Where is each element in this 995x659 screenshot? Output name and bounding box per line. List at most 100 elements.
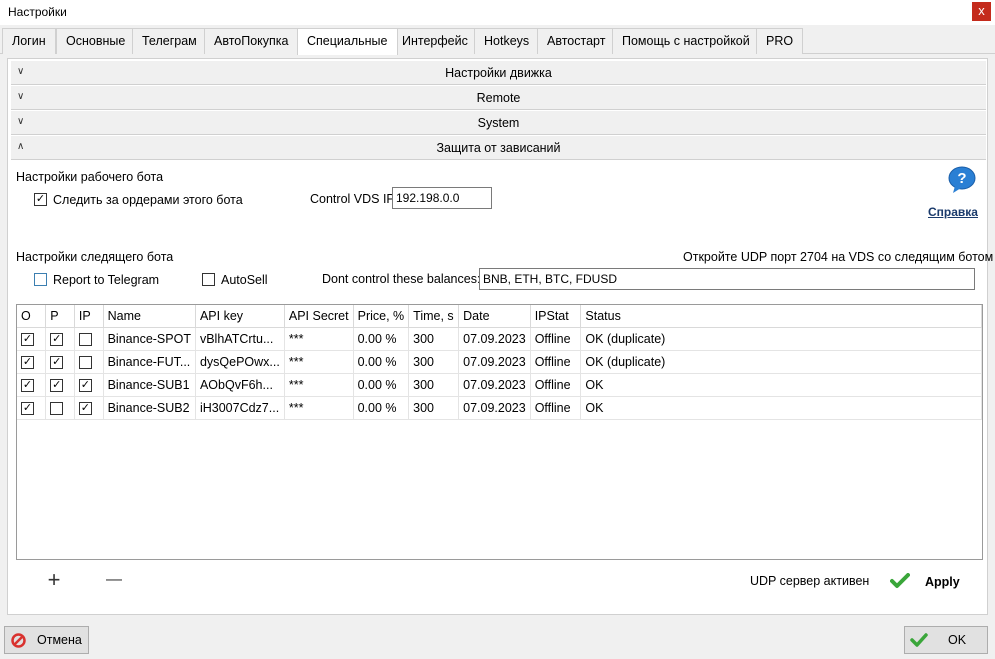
cell-api-secret: *** [284,373,354,397]
udp-server-status: UDP сервер активен [750,574,870,588]
column-header[interactable]: O [17,305,47,328]
accordion-label: System [477,116,520,130]
cell-name: Binance-FUT... [103,350,196,374]
vds-ip-input[interactable]: 192.198.0.0 [392,187,492,209]
accounts-table: O P IP Name API key API Secret Price, % … [17,305,982,420]
watch-orders-checkbox[interactable]: ✓ [34,193,47,206]
cell-price: 0.00 % [353,373,410,397]
accordion-label: Remote [476,91,521,105]
ip-checkbox[interactable]: ✓ [78,401,92,415]
cell-ipstat: Offline [530,373,582,397]
cell-name: Binance-SUB2 [103,396,196,420]
cell-api-secret: *** [284,327,354,351]
column-header[interactable]: P [45,305,75,328]
cell-api-secret: *** [284,396,354,420]
follower-bot-title: Настройки следящего бота [16,250,174,264]
apply-label: Apply [925,575,960,589]
tab-setup-help[interactable]: Помощь с настройкой [612,28,760,54]
settings-panel: ∨ Настройки движка ∨ Remote ∨ System ∧ З… [7,58,993,615]
help-link[interactable]: Справка [928,205,978,219]
cancel-icon [11,633,26,648]
o-checkbox[interactable]: ✓ [21,401,34,415]
column-header[interactable]: API key [195,305,285,328]
cell-ipstat: Offline [530,396,582,420]
apply-button[interactable]: Apply [888,571,968,593]
cell-api-key: dysQePOwx... [195,350,285,374]
remove-row-button[interactable]: — [104,571,124,591]
question-bubble-icon[interactable]: ? [947,166,977,194]
cancel-button[interactable]: Отмена [4,626,89,654]
cell-api-secret: *** [284,350,354,374]
p-checkbox[interactable]: ✓ [50,332,64,346]
tab-autobuy[interactable]: АвтоПокупка [204,28,299,54]
tab-special[interactable]: Специальные [297,28,398,55]
tab-pro[interactable]: PRO [756,28,804,54]
cell-time: 300 [408,373,460,397]
column-header[interactable]: Status [580,305,982,328]
check-icon [910,633,928,647]
column-header[interactable]: Name [103,305,196,328]
accordion-hang-protection[interactable]: ∧ Защита от зависаний [11,136,986,160]
cell-date: 07.09.2023 [458,350,531,374]
close-button[interactable]: x [972,2,991,21]
cell-time: 300 [408,350,460,374]
tab-hotkeys[interactable]: Hotkeys [474,28,540,54]
cell-date: 07.09.2023 [458,373,531,397]
add-row-button[interactable]: + [44,569,64,591]
column-header[interactable]: Price, % [353,305,410,328]
dont-control-label: Dont control these balances: [322,272,481,286]
table-row[interactable]: ✓ ✓ Binance-FUT... dysQePOwx... *** 0.00… [17,350,982,374]
cell-status: OK (duplicate) [580,350,982,374]
report-telegram-label: Report to Telegram [53,273,160,287]
accordion-label: Настройки движка [445,66,552,80]
accordion-engine-settings[interactable]: ∨ Настройки движка [11,61,986,85]
p-checkbox[interactable]: ✓ [50,355,64,369]
report-telegram-checkbox[interactable] [34,273,47,286]
accordion-system[interactable]: ∨ System [11,111,986,135]
table-row[interactable]: ✓ ✓ ✓ Binance-SUB1 AObQvF6h... *** 0.00 … [17,373,982,397]
accordion-remote[interactable]: ∨ Remote [11,86,986,110]
tab-interface[interactable]: Интерфейс [392,28,478,54]
cell-price: 0.00 % [353,327,410,351]
p-checkbox[interactable]: ✓ [50,378,64,392]
table-row[interactable]: ✓ ✓ Binance-SUB2 iH3007Cdz7... *** 0.00 … [17,396,982,420]
ip-checkbox[interactable]: ✓ [78,378,92,392]
tab-telegram[interactable]: Телеграм [132,28,207,54]
ip-checkbox[interactable] [78,332,92,346]
ok-label: OK [948,633,967,647]
o-checkbox[interactable]: ✓ [21,378,34,392]
title-bar: Настройки x [0,0,995,25]
window-title: Настройки [8,5,67,19]
watch-orders-label: Следить за ордерами этого бота [53,193,243,207]
ok-button[interactable]: OK [904,626,988,654]
cell-api-key: iH3007Cdz7... [195,396,285,420]
tab-autostart[interactable]: Автостарт [537,28,616,54]
column-header[interactable]: API Secret [284,305,354,328]
cell-date: 07.09.2023 [458,396,531,420]
o-checkbox[interactable]: ✓ [21,355,34,369]
cell-date: 07.09.2023 [458,327,531,351]
accounts-grid[interactable]: O P IP Name API key API Secret Price, % … [16,304,983,560]
table-row[interactable]: ✓ ✓ Binance-SPOT vBlhATCrtu... *** 0.00 … [17,327,982,351]
svg-text:?: ? [957,170,966,187]
autosell-checkbox[interactable] [202,273,215,286]
dont-control-input[interactable]: BNB, ETH, BTC, FDUSD [479,268,975,290]
column-header[interactable]: IPStat [530,305,582,328]
tab-login[interactable]: Логин [2,28,56,54]
column-header[interactable]: Time, s [408,305,460,328]
o-checkbox[interactable]: ✓ [21,332,34,346]
cell-status: OK (duplicate) [580,327,982,351]
tab-basic[interactable]: Основные [56,28,136,54]
cell-name: Binance-SUB1 [103,373,196,397]
tab-bar: Логин Основные Телеграм АвтоПокупка Спец… [0,28,995,55]
cell-api-key: AObQvF6h... [195,373,285,397]
p-checkbox[interactable] [50,401,64,415]
column-header[interactable]: Date [458,305,531,328]
check-icon [890,573,910,588]
cell-ipstat: Offline [530,350,582,374]
cell-price: 0.00 % [353,396,410,420]
column-header[interactable]: IP [74,305,104,328]
ip-checkbox[interactable] [78,355,92,369]
cell-time: 300 [408,327,460,351]
cell-time: 300 [408,396,460,420]
